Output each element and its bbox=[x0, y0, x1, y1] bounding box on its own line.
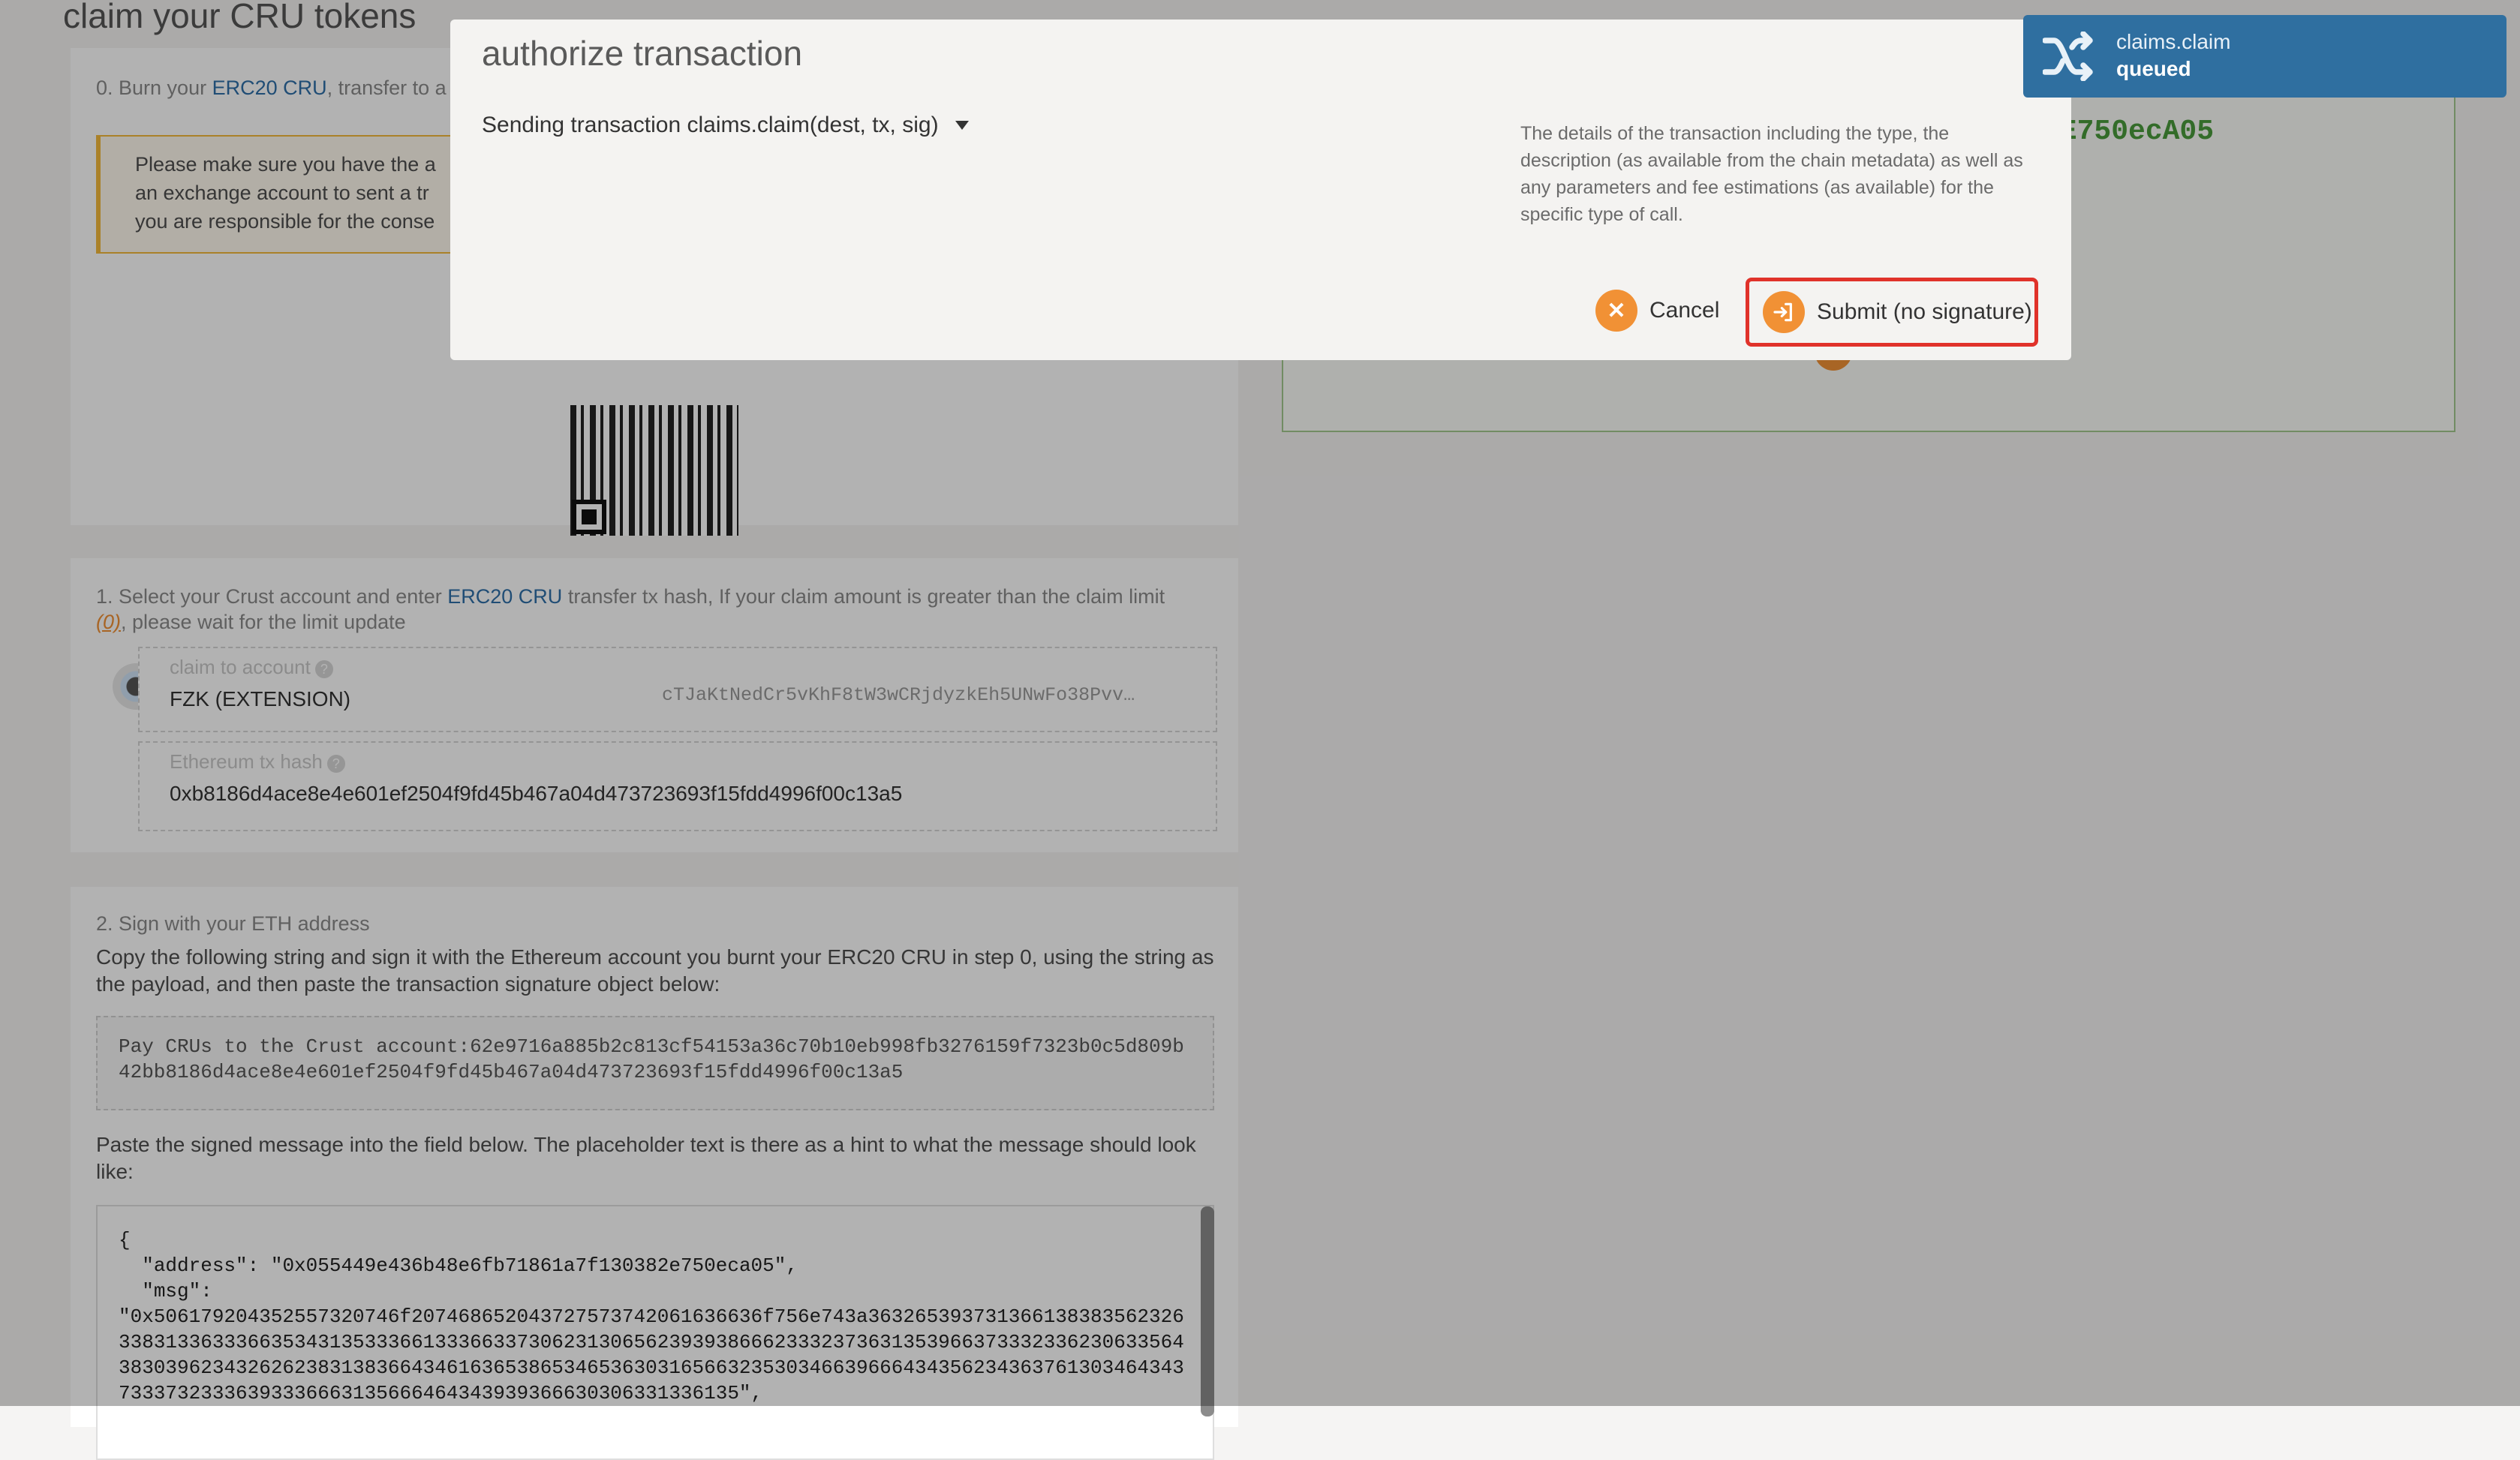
modal-title: authorize transaction bbox=[482, 34, 803, 73]
toast-method: claims.claim bbox=[2116, 30, 2231, 53]
shuffle-icon bbox=[2043, 32, 2093, 81]
caret-down-icon bbox=[955, 121, 969, 130]
modal-description: The details of the transaction including… bbox=[1520, 123, 2023, 225]
close-icon: ✕ bbox=[1595, 290, 1637, 332]
cancel-button[interactable]: ✕ Cancel bbox=[1595, 290, 1719, 332]
authorize-modal: authorize transaction Sending transactio… bbox=[450, 20, 2071, 360]
submit-button[interactable]: Submit (no signature) bbox=[1746, 278, 2038, 347]
transaction-expander[interactable]: Sending transaction claims.claim(dest, t… bbox=[482, 113, 969, 138]
sign-in-icon bbox=[1763, 291, 1805, 333]
toast-status: queued bbox=[2116, 57, 2191, 80]
status-toast[interactable]: claims.claim queued bbox=[2023, 15, 2506, 98]
